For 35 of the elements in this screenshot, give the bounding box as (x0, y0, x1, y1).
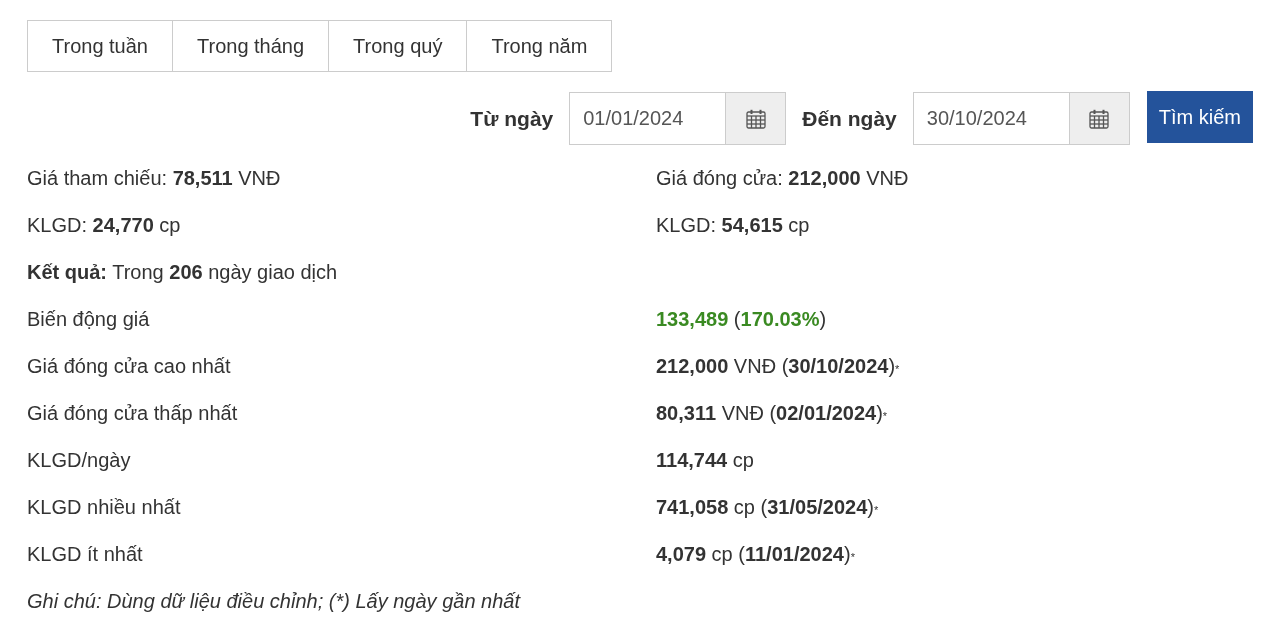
period-tab[interactable]: Trong quý (329, 20, 468, 72)
calendar-button[interactable] (1069, 92, 1130, 145)
summary-text: Giá đóng cửa: 212,000 VNĐ (656, 165, 910, 191)
calendar-icon (1089, 108, 1110, 129)
stat-label: Biến động giá (27, 306, 151, 332)
stat-value: 80,311 VNĐ (02/01/2024) (656, 400, 883, 426)
stat-label: KLGD ít nhất (27, 541, 144, 567)
stat-value: 133,489 (170.03%) (656, 306, 827, 332)
note-text: Ghi chú: Dùng dữ liệu điều chỉnh; (*) Lấy ngày gần nhất (27, 588, 520, 614)
summary-text: KLGD: 54,615 cp (656, 212, 811, 238)
search-button[interactable]: Tìm kiếm (1146, 91, 1253, 143)
stat-label: Giá đóng cửa thấp nhất (27, 400, 239, 426)
to-date-label: Đến ngày (802, 105, 897, 132)
footnote-mark: * (874, 504, 879, 516)
date-field[interactable]: 30/10/2024 (912, 92, 1070, 145)
summary-text: Giá tham chiếu: 78,511 VNĐ (27, 165, 282, 191)
period-tab[interactable]: Trong năm (467, 20, 613, 72)
calendar-button[interactable] (726, 92, 787, 145)
period-tab[interactable]: Trong tháng (173, 20, 330, 72)
stat-label: KLGD/ngày (27, 447, 132, 473)
stat-label: Giá đóng cửa cao nhất (27, 353, 232, 379)
stat-value: 114,744 cp (656, 447, 754, 473)
stat-label: KLGD nhiều nhất (27, 494, 182, 520)
from-date-label: Từ ngày (470, 105, 554, 132)
date-field[interactable]: 01/01/2024 (569, 92, 727, 145)
result-text: Kết quả: Trong 206 ngày giao dịch (27, 259, 338, 285)
footnote-mark: * (850, 551, 855, 563)
footnote-mark: * (882, 410, 888, 422)
footnote-mark: * (895, 363, 900, 375)
summary-text: KLGD: 24,770 cp (27, 212, 182, 238)
stat-value: 741,058 cp (31/05/2024) (656, 494, 874, 520)
calendar-icon (745, 108, 766, 129)
stat-value: 4,079 cp (11/01/2024) (656, 541, 851, 567)
stat-value: 212,000 VNĐ (30/10/2024) (656, 353, 896, 379)
period-tab[interactable]: Trong tuần (27, 20, 173, 72)
